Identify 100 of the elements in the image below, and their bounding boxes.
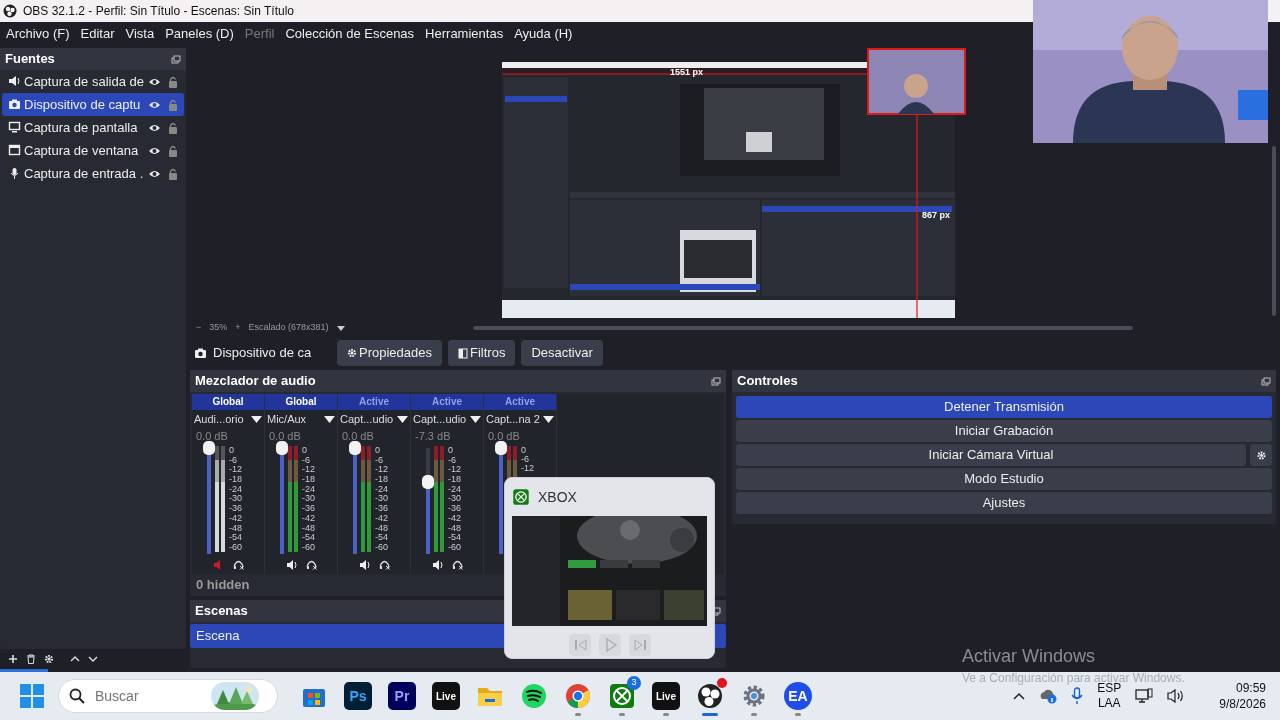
- eye-icon[interactable]: [148, 145, 161, 156]
- source-item[interactable]: Captura de ventana: [2, 139, 184, 162]
- eye-icon[interactable]: [148, 76, 161, 87]
- undock-icon[interactable]: [1261, 376, 1271, 386]
- zoom-in-button[interactable]: +: [235, 321, 241, 335]
- monitor-icon: [8, 121, 21, 134]
- zoom-out-button[interactable]: −: [196, 321, 202, 335]
- control-button[interactable]: Iniciar Grabación: [736, 420, 1272, 442]
- control-button[interactable]: Detener Transmisión: [736, 396, 1272, 418]
- speaker-icon[interactable]: [431, 560, 444, 570]
- settings-button[interactable]: [1250, 444, 1272, 466]
- obs-icon[interactable]: [696, 682, 724, 710]
- chrome-icon[interactable]: [564, 682, 592, 710]
- scaling-dropdown[interactable]: Escalado (678x381): [248, 321, 329, 335]
- trash-icon[interactable]: [26, 654, 36, 664]
- menu-item[interactable]: Paneles (D): [165, 24, 234, 44]
- source-item[interactable]: Captura de pantalla: [2, 116, 184, 139]
- live-icon[interactable]: Live: [652, 682, 680, 710]
- gear-icon: [1255, 449, 1267, 461]
- scale-label: -24: [229, 484, 242, 494]
- menu-item[interactable]: Vista: [125, 24, 155, 44]
- dropdown-caret-icon[interactable]: [324, 415, 335, 423]
- live-icon[interactable]: Live: [432, 682, 460, 710]
- dropdown-caret-icon[interactable]: [397, 415, 408, 423]
- headphones-icon[interactable]: [232, 560, 244, 570]
- control-button[interactable]: Modo Estudio: [736, 468, 1272, 490]
- scale-label: -48: [229, 523, 242, 533]
- taskbar-button[interactable]: EA: [778, 676, 818, 716]
- mode-label: Global: [192, 394, 264, 410]
- down-icon[interactable]: [88, 654, 98, 664]
- volume-slider-thumb[interactable]: [422, 474, 434, 489]
- eye-icon[interactable]: [148, 122, 161, 133]
- scale-label: -6: [375, 455, 384, 465]
- headphones-icon[interactable]: [378, 560, 390, 570]
- network-icon[interactable]: [1135, 688, 1154, 704]
- scale-label: -30: [229, 494, 242, 504]
- menu-item[interactable]: Ayuda (H): [514, 24, 573, 44]
- volume-slider-thumb[interactable]: [203, 441, 215, 455]
- control-button[interactable]: Ajustes: [736, 492, 1272, 514]
- taskbar-button[interactable]: Pr: [382, 676, 422, 716]
- menu-item[interactable]: Herramientas: [425, 24, 504, 44]
- add-icon[interactable]: [8, 654, 18, 664]
- up-icon[interactable]: [70, 654, 80, 664]
- xbox-icon: [512, 488, 530, 506]
- undock-icon[interactable]: [171, 54, 181, 64]
- menu-item[interactable]: Editar: [80, 24, 115, 44]
- toolbar-button[interactable]: Propiedades: [337, 340, 442, 366]
- eye-icon[interactable]: [148, 168, 161, 179]
- source-name: Dispositivo de ca: [213, 344, 313, 363]
- premiere-icon[interactable]: Pr: [388, 682, 416, 710]
- ea-icon[interactable]: EA: [784, 682, 812, 710]
- headphones-icon[interactable]: [305, 560, 317, 570]
- taskbar-button[interactable]: 3: [602, 676, 642, 716]
- speaker-icon[interactable]: [358, 560, 371, 570]
- dropdown-caret-icon[interactable]: [470, 415, 481, 423]
- scroll-bar[interactable]: [1272, 146, 1276, 316]
- speaker-icon[interactable]: [285, 560, 298, 570]
- photoshop-icon[interactable]: Ps: [344, 682, 372, 710]
- microphone-icon[interactable]: [1071, 687, 1084, 705]
- clock[interactable]: 09:59 9/8/2026: [1219, 679, 1266, 713]
- toolbar-button[interactable]: Desactivar: [521, 340, 603, 366]
- panel-title: Mezclador de audio: [195, 372, 316, 391]
- scale-label: -42: [229, 513, 242, 523]
- undock-icon[interactable]: [711, 376, 721, 386]
- mode-label: Global: [265, 394, 337, 410]
- cloud-icon[interactable]: [1039, 688, 1058, 704]
- taskbar-button[interactable]: Ps: [338, 676, 378, 716]
- scale-label: -18: [448, 475, 461, 485]
- search-field[interactable]: Buscar: [93, 684, 203, 708]
- headphones-icon[interactable]: [451, 560, 463, 570]
- speaker-icon[interactable]: [1167, 688, 1186, 704]
- unlocked-icon[interactable]: [168, 167, 178, 180]
- source-item[interactable]: Dispositivo de captu: [2, 93, 184, 116]
- unlocked-icon[interactable]: [168, 121, 178, 134]
- taskbar-button[interactable]: Live: [646, 676, 686, 716]
- scale-label: -18: [375, 475, 388, 485]
- dropdown-caret-icon[interactable]: [543, 415, 554, 423]
- source-item[interactable]: Captura de entrada .: [2, 162, 184, 185]
- control-button[interactable]: Iniciar Cámara Virtual: [736, 444, 1246, 466]
- chevron-up-icon[interactable]: [1013, 692, 1026, 700]
- menu-item[interactable]: Archivo (F): [6, 24, 70, 44]
- eye-icon[interactable]: [148, 99, 161, 110]
- scroll-bar[interactable]: [472, 326, 1133, 330]
- source-item[interactable]: Captura de salida de: [2, 70, 184, 93]
- unlocked-icon[interactable]: [168, 75, 178, 88]
- volume-slider-thumb[interactable]: [276, 441, 288, 455]
- volume-slider-thumb[interactable]: [495, 441, 507, 455]
- taskbar-button[interactable]: Live: [426, 676, 466, 716]
- alert-dot: [717, 678, 727, 688]
- unlocked-icon[interactable]: [168, 144, 178, 157]
- toolbar-button[interactable]: Filtros: [448, 340, 516, 366]
- dropdown-caret-icon[interactable]: [251, 415, 262, 423]
- spotify-icon[interactable]: [520, 682, 548, 710]
- gear-icon[interactable]: [44, 654, 54, 664]
- start-icon[interactable]: [20, 684, 44, 708]
- volume-slider-thumb[interactable]: [349, 441, 361, 455]
- size-reading: 867 px: [922, 210, 951, 220]
- caret-icon[interactable]: [336, 325, 345, 331]
- search-bar[interactable]: Buscar: [58, 679, 278, 713]
- menu-item[interactable]: Colección de Escenas: [285, 24, 415, 44]
